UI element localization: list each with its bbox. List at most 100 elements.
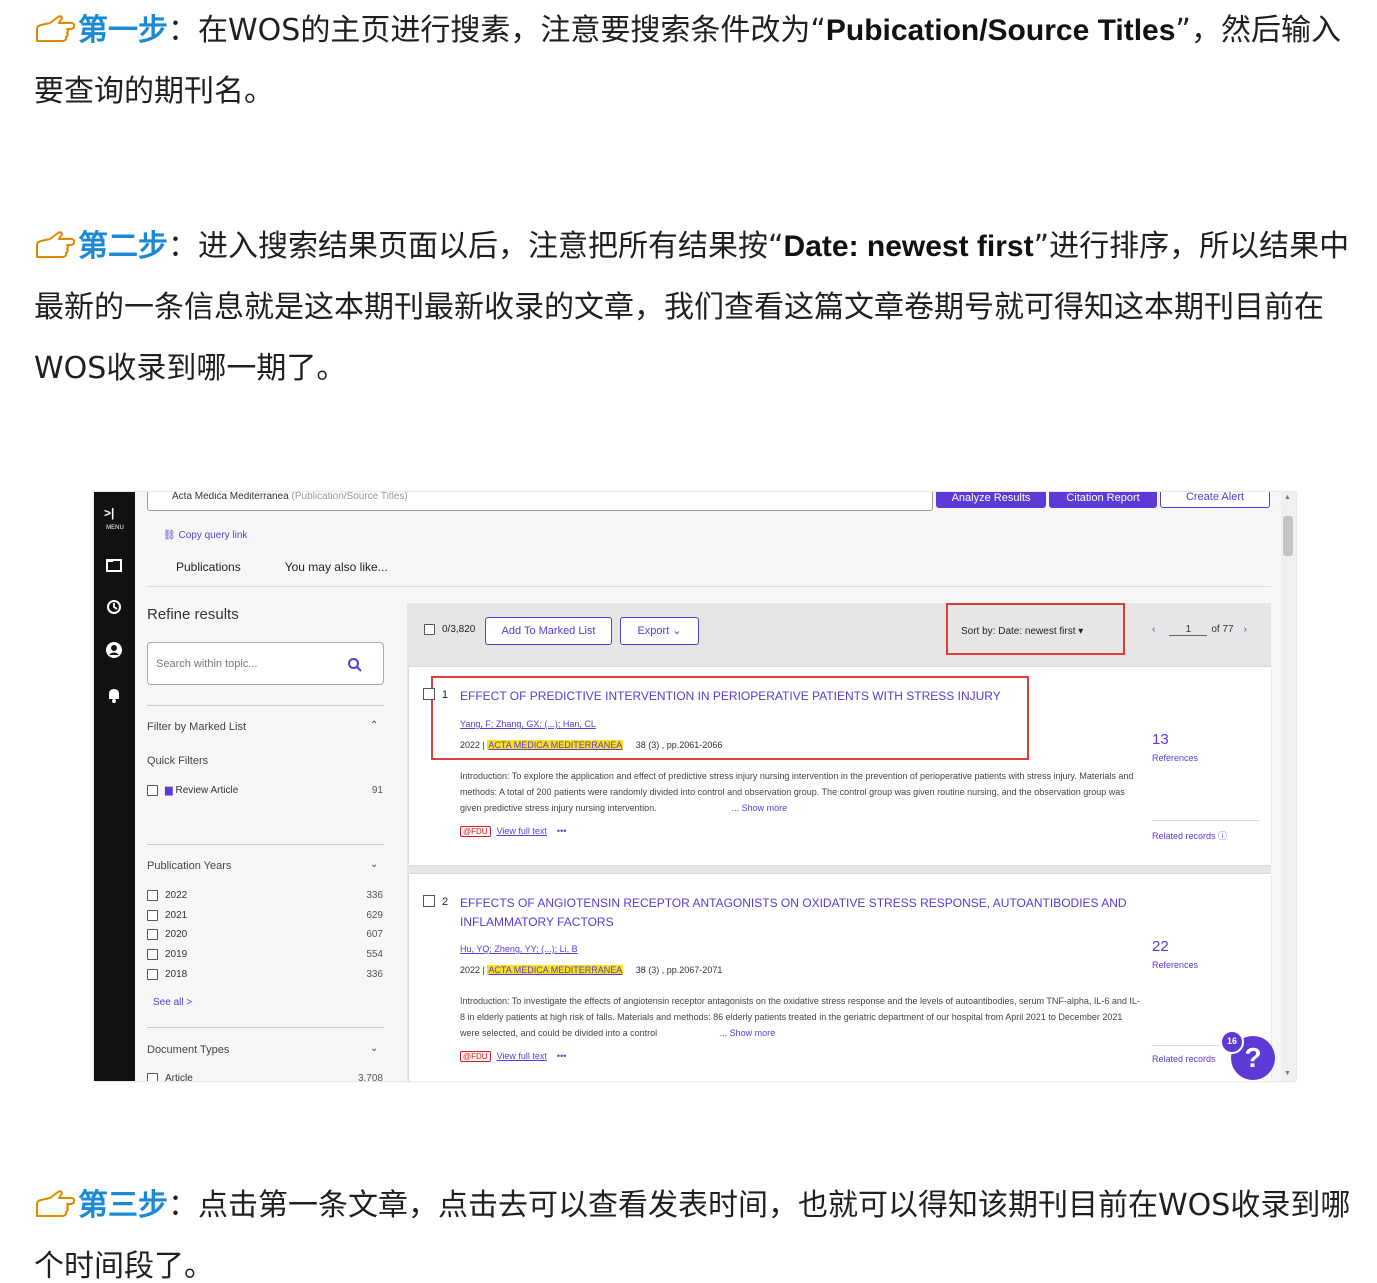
pointing-hand-icon — [36, 231, 76, 258]
divider — [147, 586, 1271, 587]
year-checkbox[interactable] — [147, 929, 158, 940]
document-types-label[interactable]: Document Types — [147, 1044, 229, 1056]
chevron-up-icon[interactable]: ⌃ — [370, 720, 378, 731]
search-input[interactable]: Acta Medica Mediterranea (Publication/So… — [147, 492, 933, 511]
result-authors[interactable]: Hu, YQ; Zheng, YY; (...); Li, B — [460, 944, 578, 954]
next-page-icon[interactable]: › — [1244, 624, 1247, 635]
review-article-checkbox[interactable] — [147, 785, 158, 796]
page-total: of 77 — [1211, 624, 1234, 635]
sort-dropdown[interactable]: Sort by: Date: newest first ▾ — [961, 626, 1083, 637]
year-label: 2022 — [165, 890, 188, 901]
step1-label: 第一步 — [78, 13, 168, 48]
fdu-badge[interactable]: @FDU — [460, 826, 491, 837]
year-count: 554 — [366, 949, 383, 960]
result-title[interactable]: EFFECTS OF ANGIOTENSIN RECEPTOR ANTAGONI… — [460, 894, 1140, 932]
related-records-link[interactable]: Related records — [1152, 1054, 1216, 1064]
article-type-count: 3,708 — [357, 1073, 383, 1081]
results-toolbar: 0/3,820 Add To Marked List Export ⌄ Sort… — [407, 603, 1271, 657]
create-alert-button[interactable]: Create Alert — [1160, 492, 1270, 508]
scrollbar-thumb[interactable] — [1283, 516, 1293, 556]
result-checkbox[interactable] — [423, 688, 435, 700]
tab-you-may-also-like[interactable]: You may also like... — [285, 560, 388, 574]
select-all-checkbox[interactable] — [424, 624, 435, 635]
article-checkbox[interactable] — [147, 1073, 158, 1081]
view-full-text-link[interactable]: View full text — [497, 1051, 547, 1061]
journal-link[interactable]: ACTA MEDICA MEDITERRANEA — [487, 740, 624, 750]
results-panel: 0/3,820 Add To Marked List Export ⌄ Sort… — [407, 603, 1271, 1081]
refine-results-heading: Refine results — [147, 606, 239, 623]
result-meta: 2022 | ACTA MEDICA MEDITERRANEA 38 (3) ,… — [460, 740, 723, 750]
menu-label: MENU — [106, 525, 124, 531]
scroll-down-icon[interactable]: ▼ — [1284, 1070, 1291, 1077]
year-count: 607 — [366, 929, 383, 940]
publication-years-label[interactable]: Publication Years — [147, 860, 231, 872]
selected-count: 0/3,820 — [442, 624, 476, 635]
year-label: 2018 — [165, 969, 188, 980]
show-more-link[interactable]: ... Show more — [720, 1028, 776, 1038]
year-checkbox[interactable] — [147, 910, 158, 921]
account-icon[interactable] — [104, 640, 124, 660]
result-checkbox[interactable] — [423, 895, 435, 907]
citation-report-button[interactable]: Citation Report — [1049, 492, 1157, 508]
history-icon[interactable] — [104, 597, 124, 617]
step3-paragraph: 第三步：点击第一条文章，点击去可以查看发表时间，也就可以得知该期刊目前在WOS收… — [34, 1188, 1351, 1283]
topic-search-input[interactable]: Search within topic... — [147, 642, 384, 685]
related-records-link[interactable]: Related records ⓘ — [1152, 829, 1227, 842]
divider — [147, 705, 384, 706]
notification-badge: 16 — [1220, 1030, 1244, 1054]
search-icon[interactable] — [347, 657, 363, 673]
references-count[interactable]: 22 — [1152, 938, 1169, 955]
step2-bold: Date: newest first — [783, 230, 1034, 263]
chevron-down-icon[interactable]: ⌄ — [370, 1043, 378, 1054]
result-abstract: Introduction: To investigate the effects… — [460, 996, 1140, 1038]
step2-label: 第二步 — [78, 229, 168, 264]
pagination: ‹ 1 of 77 › — [1142, 624, 1257, 636]
scrollbar[interactable]: ▲ ▼ — [1281, 492, 1296, 1081]
year-count: 336 — [366, 969, 383, 980]
article-type-label: Article — [165, 1073, 193, 1081]
result-authors[interactable]: Yang, F; Zhang, GX; (...); Han, CL — [460, 719, 596, 729]
tab-publications[interactable]: Publications — [176, 560, 241, 574]
filter-marked-list[interactable]: Filter by Marked List — [147, 721, 246, 733]
divider — [1152, 820, 1260, 821]
year-label: 2021 — [165, 910, 188, 921]
export-button[interactable]: Export ⌄ — [620, 617, 699, 645]
see-all-link[interactable]: See all > — [153, 997, 192, 1008]
divider — [147, 1027, 384, 1028]
year-label: 2020 — [165, 929, 188, 940]
step3-text: 点击第一条文章，点击去可以查看发表时间，也就可以得知该期刊目前在WOS收录到哪个… — [34, 1188, 1351, 1283]
link-icon: ⛓ — [163, 530, 176, 541]
add-to-marked-list-button[interactable]: Add To Marked List — [485, 617, 612, 645]
quick-filters-label: Quick Filters — [147, 755, 209, 767]
divider — [147, 844, 384, 845]
result-title[interactable]: EFFECT OF PREDICTIVE INTERVENTION IN PER… — [460, 687, 1140, 706]
references-label: References — [1152, 753, 1199, 763]
review-article-filter[interactable]: ▆ Review Article — [165, 785, 238, 796]
folder-icon[interactable] — [104, 555, 124, 575]
year-checkbox[interactable] — [147, 969, 158, 980]
page-input[interactable]: 1 — [1169, 624, 1208, 636]
view-full-text-link[interactable]: View full text — [497, 826, 547, 836]
year-checkbox[interactable] — [147, 949, 158, 960]
show-more-link[interactable]: ... Show more — [732, 803, 788, 813]
chevron-down-icon[interactable]: ⌄ — [370, 859, 378, 870]
analyze-results-button[interactable]: Analyze Results — [936, 492, 1046, 508]
expand-menu-icon[interactable]: >| — [104, 506, 114, 520]
copy-query-link[interactable]: ⛓ Copy query link — [163, 530, 247, 541]
more-options-icon[interactable]: ••• — [557, 826, 566, 836]
more-options-icon[interactable]: ••• — [557, 1051, 566, 1061]
result-number: 2 — [442, 896, 449, 908]
result-number: 1 — [442, 689, 449, 701]
prev-page-icon[interactable]: ‹ — [1152, 624, 1155, 635]
journal-link[interactable]: ACTA MEDICA MEDITERRANEA — [487, 965, 624, 975]
tabs: Publications You may also like... — [176, 560, 432, 574]
result-abstract: Introduction: To explore the application… — [460, 771, 1134, 813]
bell-icon[interactable] — [104, 685, 124, 705]
step1-paragraph: 第一步：在WOS的主页进行搜素，注意要搜索条件改为“Pubication/Sou… — [34, 13, 1341, 109]
references-count[interactable]: 13 — [1152, 731, 1169, 748]
pointing-hand-icon — [36, 15, 76, 42]
pointing-hand-icon — [36, 1190, 76, 1217]
scroll-up-icon[interactable]: ▲ — [1284, 494, 1291, 501]
fdu-badge[interactable]: @FDU — [460, 1051, 491, 1062]
year-checkbox[interactable] — [147, 890, 158, 901]
